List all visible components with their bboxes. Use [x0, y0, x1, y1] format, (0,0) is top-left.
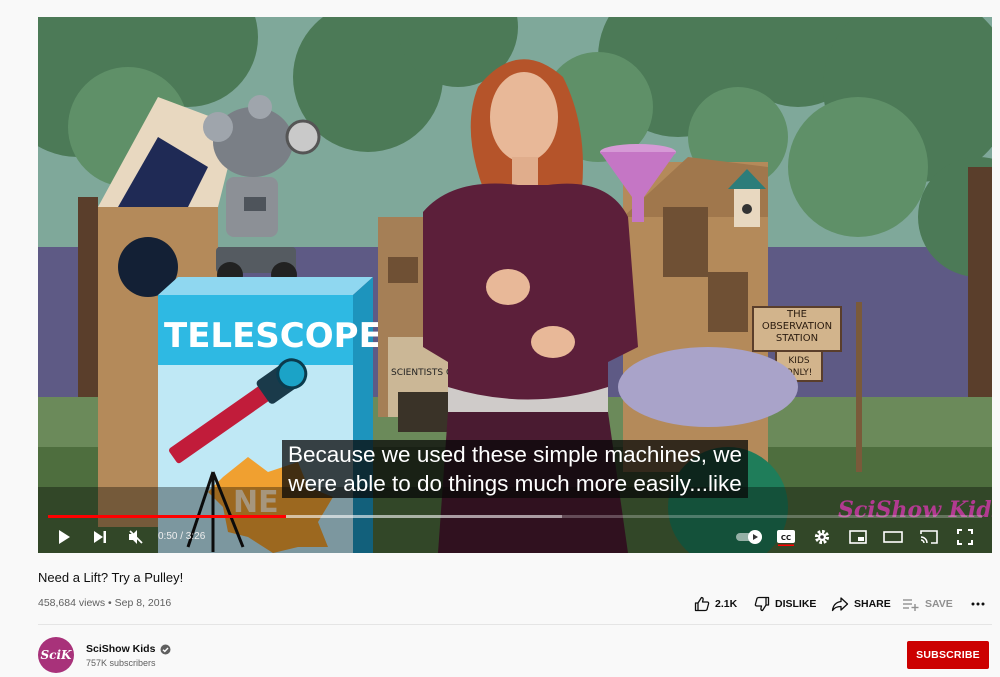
subscribe-button[interactable]: SUBSCRIBE	[907, 641, 989, 669]
svg-text:CC: CC	[781, 534, 791, 542]
settings-button[interactable]	[810, 525, 834, 549]
thumbs-down-icon	[754, 596, 770, 612]
channel-avatar[interactable]: SciK	[38, 637, 74, 673]
player-controls: 0:50 / 3:26 CC	[38, 521, 992, 553]
theater-mode-button[interactable]	[881, 525, 905, 549]
progress-bar[interactable]	[48, 515, 982, 518]
avatar-text: SciK	[40, 648, 72, 662]
dislike-button[interactable]: DISLIKE	[754, 595, 816, 613]
muted-volume-icon	[129, 530, 143, 544]
video-meta: 458,684 views • Sep 8, 2016	[38, 597, 172, 609]
divider	[38, 624, 992, 625]
save-button[interactable]: SAVE	[902, 595, 953, 613]
more-actions-button[interactable]	[970, 595, 991, 613]
share-icon	[831, 597, 849, 612]
next-button[interactable]	[88, 525, 112, 549]
station-sign-line-3: STATION	[776, 333, 818, 344]
next-icon	[94, 531, 106, 543]
captions-button[interactable]: CC	[774, 525, 798, 549]
channel-name[interactable]: SciShow Kids	[86, 643, 171, 655]
autoplay-toggle-icon	[736, 530, 762, 544]
channel-name-text: SciShow Kids	[86, 643, 156, 655]
subtitle-line-1: Because we used these simple machines, w…	[282, 440, 748, 469]
subtitle-line-2: were able to do things much more easily.…	[282, 469, 748, 498]
fullscreen-button[interactable]	[953, 525, 977, 549]
channel-watermark: SciShow Kids!	[838, 497, 992, 523]
miniplayer-button[interactable]	[846, 525, 870, 549]
time-display: 0:50 / 3:26	[158, 531, 206, 542]
station-sign-line-2: OBSERVATION	[762, 321, 832, 332]
share-button[interactable]: SHARE	[831, 595, 891, 613]
fullscreen-icon	[957, 529, 973, 545]
gear-icon	[814, 529, 830, 545]
thumbs-up-icon	[694, 596, 710, 612]
save-label: SAVE	[925, 598, 953, 610]
kids-sign-line-1: KIDS	[788, 356, 809, 366]
cast-icon	[920, 530, 938, 544]
play-icon	[59, 530, 70, 544]
cc-icon: CC	[777, 530, 795, 546]
play-button[interactable]	[52, 525, 76, 549]
add-to-playlist-icon	[903, 599, 919, 611]
more-horizontal-icon	[971, 602, 985, 606]
dislike-label: DISLIKE	[775, 598, 817, 610]
telescope-box-text: TELESCOPE!	[164, 316, 397, 356]
miniplayer-icon	[849, 530, 867, 544]
like-count: 2.1K	[715, 598, 738, 610]
mute-button[interactable]	[124, 525, 148, 549]
like-button[interactable]: 2.1K	[694, 595, 737, 613]
autoplay-toggle[interactable]	[734, 525, 766, 549]
theater-mode-icon	[883, 531, 903, 543]
verified-check-icon	[160, 644, 171, 654]
station-sign-line-1: THE	[786, 309, 807, 320]
share-label: SHARE	[854, 598, 891, 610]
cast-button[interactable]	[917, 525, 941, 549]
subscriber-count: 757K subscribers	[86, 658, 156, 668]
video-title: Need a Lift? Try a Pulley!	[38, 570, 184, 585]
video-player[interactable]: TELESCOPE! NE SCIENTISTS ONLY	[38, 17, 992, 553]
progress-played	[48, 515, 287, 518]
subtitles: Because we used these simple machines, w…	[270, 440, 760, 498]
